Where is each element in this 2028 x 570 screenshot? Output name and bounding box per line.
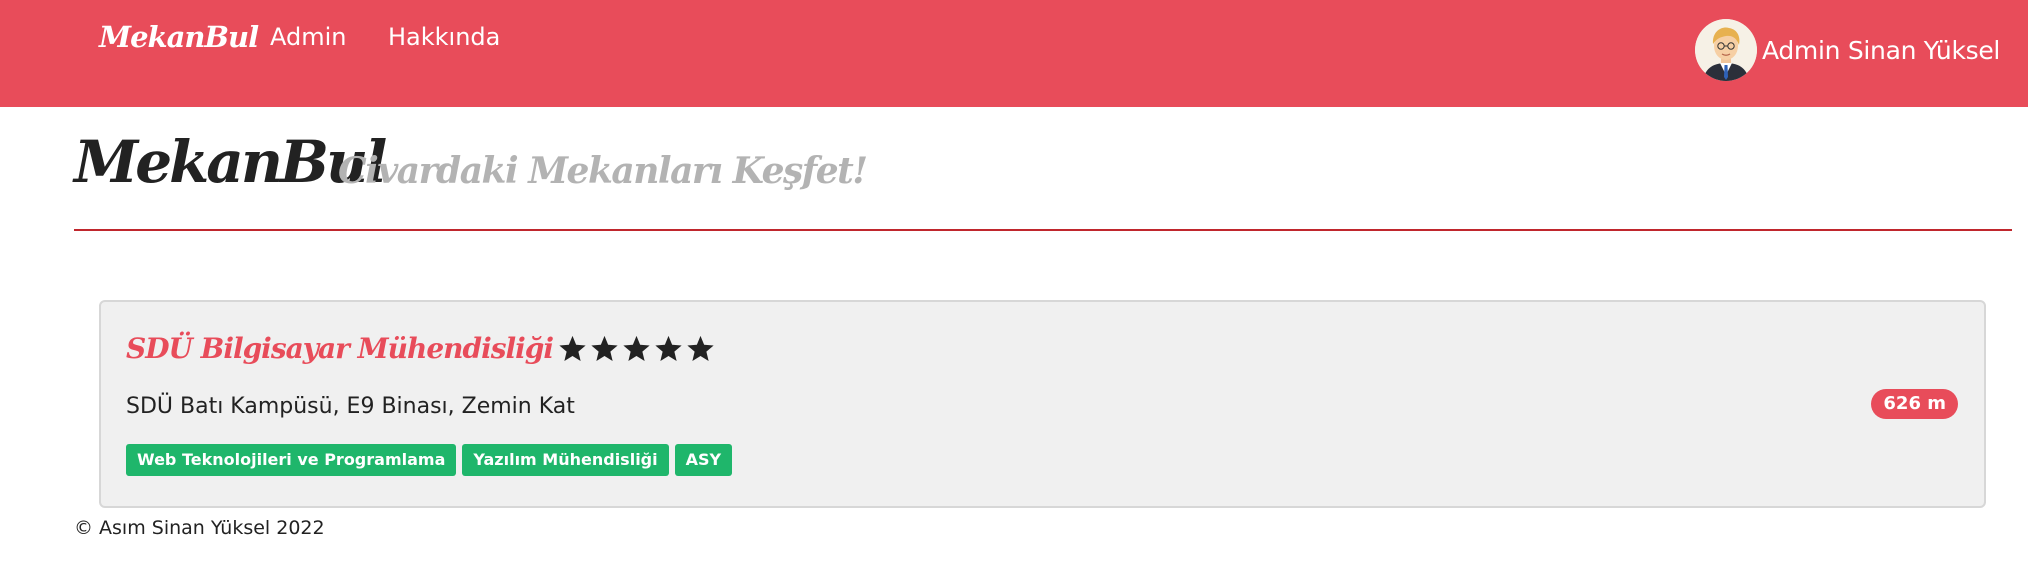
star-icon: [591, 335, 618, 361]
facility-tag[interactable]: ASY: [674, 444, 733, 476]
facility-tags: Web Teknolojileri ve Programlama Yazılım…: [126, 444, 733, 476]
user-avatar-icon: [1695, 19, 1757, 81]
place-name-link[interactable]: SDÜ Bilgisayar Mühendisliği: [126, 332, 554, 365]
rating-stars: [557, 334, 716, 364]
facility-tag[interactable]: Web Teknolojileri ve Programlama: [126, 444, 457, 476]
nav-link-admin[interactable]: Admin: [270, 23, 347, 51]
distance-badge: 626 m: [1871, 389, 1958, 419]
star-icon: [687, 335, 714, 361]
place-title-row: SDÜ Bilgisayar Mühendisliği: [126, 332, 716, 365]
place-card: SDÜ Bilgisayar Mühendisliği SDÜ Batı Kam…: [99, 300, 1986, 508]
page-header: MekanBul Civardaki Mekanları Keşfet!: [74, 128, 2012, 231]
star-icon: [655, 335, 682, 361]
nav-link-about[interactable]: Hakkında: [388, 23, 500, 51]
brand-logo[interactable]: MekanBul: [99, 20, 259, 54]
footer-copyright: © Asım Sinan Yüksel 2022: [74, 517, 325, 539]
page-subtitle: Civardaki Mekanları Keşfet!: [338, 150, 868, 192]
star-icon: [623, 335, 650, 361]
star-icon: [559, 335, 586, 361]
user-name: Admin Sinan Yüksel: [1762, 35, 2001, 65]
user-menu[interactable]: Admin Sinan Yüksel: [1695, 19, 2000, 81]
navbar: MekanBul Admin Hakkında Admin Sinan Yüks…: [0, 0, 2028, 107]
place-address: SDÜ Batı Kampüsü, E9 Binası, Zemin Kat: [126, 394, 575, 419]
facility-tag[interactable]: Yazılım Mühendisliği: [462, 444, 669, 476]
